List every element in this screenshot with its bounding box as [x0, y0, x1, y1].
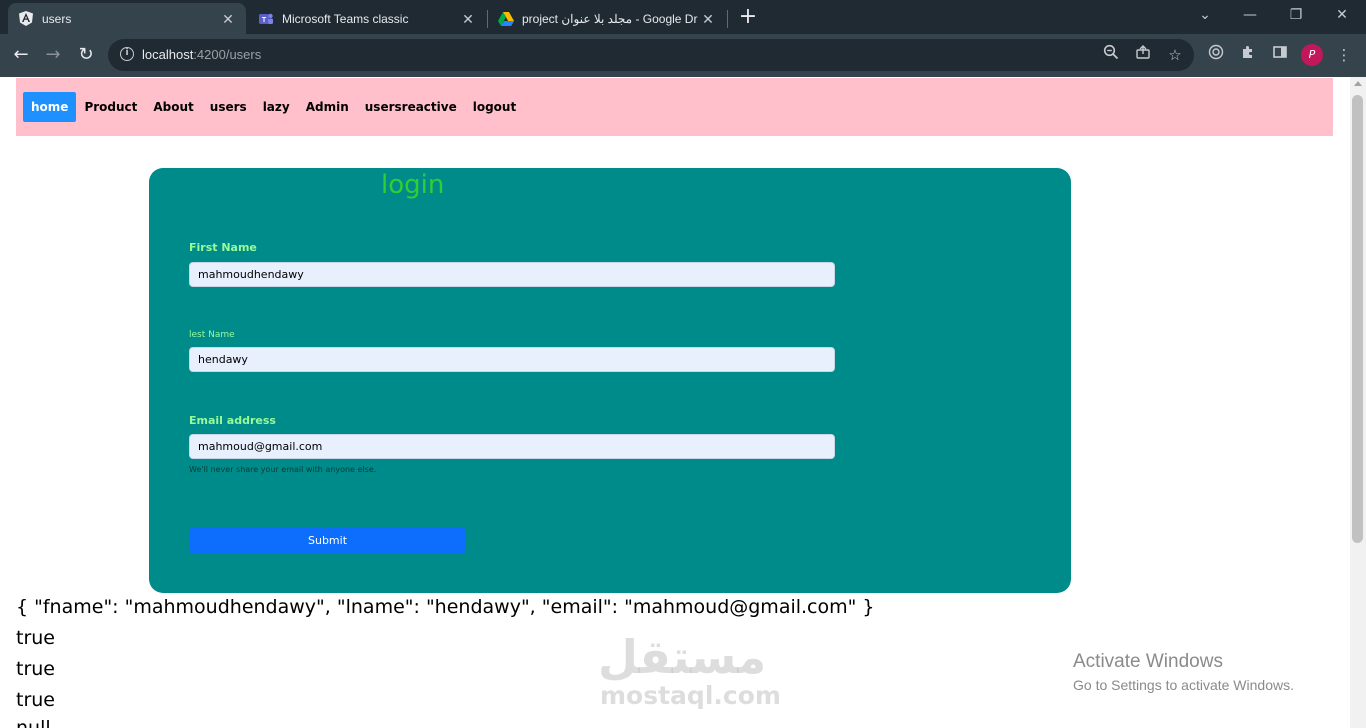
minimize-icon[interactable]: —: [1238, 4, 1262, 26]
url-path: :4200/users: [193, 47, 262, 62]
tab-teams[interactable]: T Microsoft Teams classic ✕: [248, 3, 486, 34]
url-host: localhost: [142, 47, 194, 62]
tab-google-drive[interactable]: project مجلد بلا عنوان - Google Dr ✕: [488, 3, 726, 34]
google-drive-icon: [498, 11, 514, 27]
email-help-text: We'll never share your email with anyone…: [189, 465, 377, 474]
nav-users[interactable]: users: [202, 92, 255, 122]
nav-about[interactable]: About: [145, 92, 201, 122]
submit-button[interactable]: Submit: [189, 528, 466, 553]
last-name-input[interactable]: hendawy: [189, 347, 835, 372]
info-icon[interactable]: i: [120, 47, 134, 61]
zoom-icon[interactable]: [1100, 44, 1122, 66]
back-arrow-icon[interactable]: ←: [8, 42, 34, 68]
tab-title: project مجلد بلا عنوان - Google Dr: [522, 11, 698, 26]
close-window-icon[interactable]: ✕: [1330, 4, 1354, 26]
menu-icon[interactable]: ⋮: [1333, 44, 1355, 66]
watermark-arabic: مستقل: [598, 630, 767, 684]
tab-title: Microsoft Teams classic: [282, 11, 409, 26]
teams-icon: T: [258, 11, 274, 27]
app-navbar: home Product About users lazy Admin user…: [16, 78, 1333, 136]
restore-icon[interactable]: ❐: [1284, 4, 1308, 26]
email-label: Email address: [189, 414, 276, 427]
scroll-up-icon[interactable]: [1354, 81, 1362, 86]
nav-usersreactive[interactable]: usersreactive: [357, 92, 465, 122]
output-line: true: [16, 689, 55, 711]
extension-icon[interactable]: [1205, 44, 1227, 66]
forward-arrow-icon[interactable]: →: [40, 42, 66, 68]
address-bar[interactable]: i localhost:4200/users ☆: [108, 39, 1194, 71]
nav-home[interactable]: home: [23, 92, 77, 122]
angular-icon: [18, 11, 34, 27]
form-value-json: { "fname": "mahmoudhendawy", "lname": "h…: [16, 596, 875, 618]
scrollbar-thumb[interactable]: [1352, 95, 1363, 543]
nav-admin[interactable]: Admin: [298, 92, 357, 122]
tab-users[interactable]: users ✕: [8, 3, 246, 34]
close-icon[interactable]: ✕: [460, 11, 476, 27]
tab-title: users: [42, 11, 72, 26]
login-card: login First Name mahmoudhendawy lest Nam…: [149, 168, 1071, 593]
activate-windows-title: Activate Windows: [1073, 651, 1223, 672]
tab-strip: users ✕ T Microsoft Teams classic ✕ proj…: [0, 0, 1366, 34]
nav-logout[interactable]: logout: [465, 92, 524, 122]
svg-text:T: T: [262, 17, 267, 24]
login-heading: login: [381, 170, 445, 200]
first-name-label: First Name: [189, 241, 257, 254]
url-text[interactable]: localhost:4200/users: [142, 47, 261, 62]
first-name-input[interactable]: mahmoudhendawy: [189, 262, 835, 287]
puzzle-icon[interactable]: [1237, 44, 1259, 66]
page-viewport: home Product About users lazy Admin user…: [0, 77, 1350, 728]
tab-separator: [727, 10, 728, 28]
nav-product[interactable]: Product: [76, 92, 145, 122]
email-input[interactable]: mahmoud@gmail.com: [189, 434, 835, 459]
output-line: true: [16, 627, 55, 649]
tab-search-icon[interactable]: ⌄: [1193, 4, 1217, 26]
new-tab-button[interactable]: +: [737, 6, 759, 28]
watermark-latin: mostaql.com: [600, 681, 781, 710]
profile-avatar[interactable]: P: [1301, 44, 1323, 66]
output-line: null: [16, 717, 51, 728]
reload-icon[interactable]: ↻: [73, 42, 99, 68]
close-icon[interactable]: ✕: [700, 11, 716, 27]
last-name-label: lest Name: [189, 330, 235, 340]
share-icon[interactable]: [1132, 44, 1154, 66]
activate-windows-subtitle: Go to Settings to activate Windows.: [1073, 677, 1294, 693]
browser-toolbar: ← → ↻ i localhost:4200/users ☆ P ⋮: [0, 34, 1366, 77]
output-line: true: [16, 658, 55, 680]
close-icon[interactable]: ✕: [220, 11, 236, 27]
star-icon[interactable]: ☆: [1164, 44, 1186, 66]
sidepanel-icon[interactable]: [1269, 44, 1291, 66]
page-scrollbar[interactable]: [1350, 77, 1366, 728]
nav-lazy[interactable]: lazy: [255, 92, 298, 122]
